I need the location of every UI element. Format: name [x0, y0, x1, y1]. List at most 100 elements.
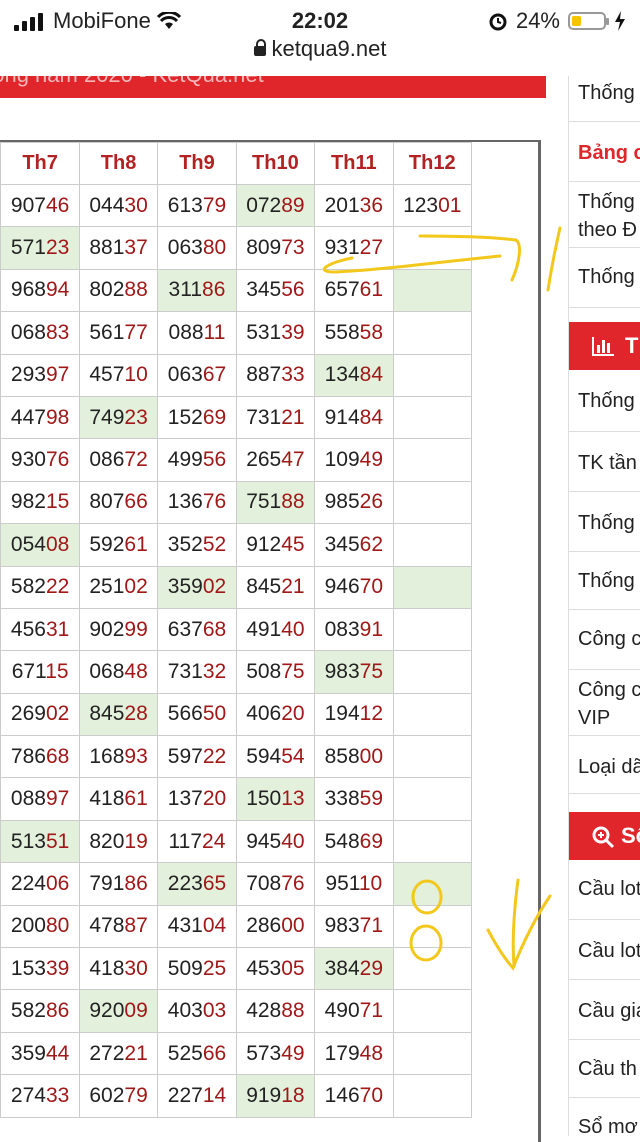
sidebar-item[interactable]: Công c	[569, 610, 640, 670]
table-cell: 78668	[0, 735, 80, 779]
table-cell: 13676	[157, 480, 237, 525]
cell-value: 94670	[324, 575, 384, 599]
cell-value: 45631	[10, 617, 70, 641]
sidebar-item[interactable]: Thống	[569, 248, 640, 308]
cell-value: 29397	[10, 363, 70, 387]
table-cell	[392, 395, 473, 440]
battery-icon	[568, 12, 609, 30]
table-cell: 14670	[314, 1074, 394, 1118]
table-cell: 52566	[157, 1031, 237, 1076]
cell-value: 10949	[324, 448, 384, 472]
table-cell	[392, 1074, 473, 1118]
cell-value: 59454	[246, 744, 305, 768]
table-row: 12939745710063678873313484	[0, 353, 473, 397]
cell-value: 33859	[324, 787, 384, 811]
table-row: 43594427221525665734917948	[0, 1031, 473, 1076]
sidebar-item[interactable]: TK tần	[569, 432, 640, 492]
table-cell: 75188	[235, 480, 316, 525]
column-header: Th7	[0, 142, 80, 185]
cell-value: 51351	[10, 829, 70, 853]
table-cell: 28600	[235, 904, 316, 949]
table-cell: 85800	[314, 735, 394, 779]
table-cell: 91918	[235, 1074, 316, 1118]
sidebar-item[interactable]: Thống	[569, 492, 640, 552]
cell-value: 74923	[89, 405, 148, 429]
table-cell: 47887	[78, 904, 159, 949]
table-cell	[392, 607, 473, 652]
sidebar-item[interactable]: Thống theo Đ	[569, 182, 640, 248]
table-cell: 05408	[0, 523, 80, 567]
sidebar-item[interactable]: Cầu gia	[569, 980, 640, 1040]
cell-value: 55858	[324, 320, 384, 344]
sidebar-item[interactable]: Sổ mơ	[569, 1098, 640, 1136]
table-cell: 44798	[0, 395, 80, 440]
table-cell: 73121	[235, 395, 316, 440]
table-cell: 13720	[157, 777, 237, 821]
table-cell: 20136	[314, 183, 394, 228]
table-cell: 93076	[0, 438, 80, 482]
table-cell: 95110	[314, 862, 394, 906]
cell-value: 08811	[168, 320, 226, 344]
cell-value: 98215	[10, 490, 70, 514]
address-bar[interactable]: ketqua9.net	[0, 36, 640, 76]
table-cell: 10949	[314, 438, 394, 482]
table-row: 12240679186223657087695110	[0, 862, 473, 906]
cell-value: 44798	[10, 405, 70, 429]
cell-value: 13484	[324, 363, 384, 387]
table-cell: 96894	[0, 268, 80, 313]
sidebar-item[interactable]: Thống	[569, 552, 640, 610]
table-row: 1907460443061379072892013612301	[0, 183, 473, 228]
cell-value: 17948	[324, 1041, 384, 1065]
table-cell: 63768	[157, 607, 237, 652]
cell-value: 96894	[10, 278, 70, 302]
cell-value: 40620	[246, 702, 305, 726]
sidebar-item[interactable]: Công c VIP	[569, 670, 640, 736]
table-cell	[392, 1031, 473, 1076]
table-cell	[392, 523, 473, 567]
cell-value: 14670	[324, 1083, 384, 1107]
sidebar-item[interactable]: Cầu lot	[569, 860, 640, 920]
cell-value: 84528	[89, 702, 148, 726]
page-title-banner: hống năm 2020 - KetQua.net	[0, 76, 546, 98]
cell-value: 52566	[167, 1041, 227, 1065]
table-cell: 60279	[78, 1074, 159, 1118]
cell-value: 08391	[324, 617, 384, 641]
sidebar-section-header: T	[569, 322, 640, 370]
sidebar-item[interactable]: Thống	[569, 76, 640, 122]
table-cell: 79186	[78, 862, 159, 906]
sidebar-item[interactable]: Cầu lot	[569, 920, 640, 980]
cell-value: 05408	[10, 532, 70, 556]
column-header: Th9	[157, 142, 237, 185]
table-cell: 16893	[78, 735, 159, 779]
sidebar-item[interactable]: Thống	[569, 370, 640, 432]
table-cell	[392, 353, 473, 397]
table-row: 12008047887431042860098371	[0, 904, 473, 949]
cell-value: 88137	[89, 236, 148, 260]
cell-value: 90299	[89, 617, 148, 641]
table-cell	[392, 989, 473, 1033]
sidebar-item-active[interactable]: Bảng c	[569, 122, 640, 182]
cell-value: 98371	[324, 914, 384, 938]
table-cell: 94540	[235, 819, 316, 864]
table-cell	[392, 650, 473, 694]
table-cell	[392, 268, 473, 313]
table-cell: 98371	[314, 904, 394, 949]
cell-value: 47887	[89, 914, 148, 938]
table-cell: 50925	[157, 947, 237, 991]
table-cell: 56650	[157, 692, 237, 737]
cell-value: 28600	[246, 914, 305, 938]
table-cell: 80766	[78, 480, 159, 525]
table-cell: 07289	[235, 183, 316, 228]
table-cell: 42888	[235, 989, 316, 1033]
sidebar-section-header: Sổ	[569, 812, 640, 860]
sidebar-item[interactable]: Loại dã	[569, 736, 640, 794]
results-table-container[interactable]: Th7Th8Th9Th10Th11Th12 190746044306137907…	[0, 140, 541, 1142]
table-row: 72743360279227149191814670	[0, 1074, 473, 1118]
table-row: 79821580766136767518898526	[0, 480, 473, 525]
cell-value: 65761	[324, 278, 384, 302]
table-cell: 98215	[0, 480, 80, 525]
table-cell: 38429	[314, 947, 394, 991]
table-cell: 34562	[314, 523, 394, 567]
table-cell: 94670	[314, 565, 394, 609]
sidebar-item[interactable]: Cầu th	[569, 1040, 640, 1098]
